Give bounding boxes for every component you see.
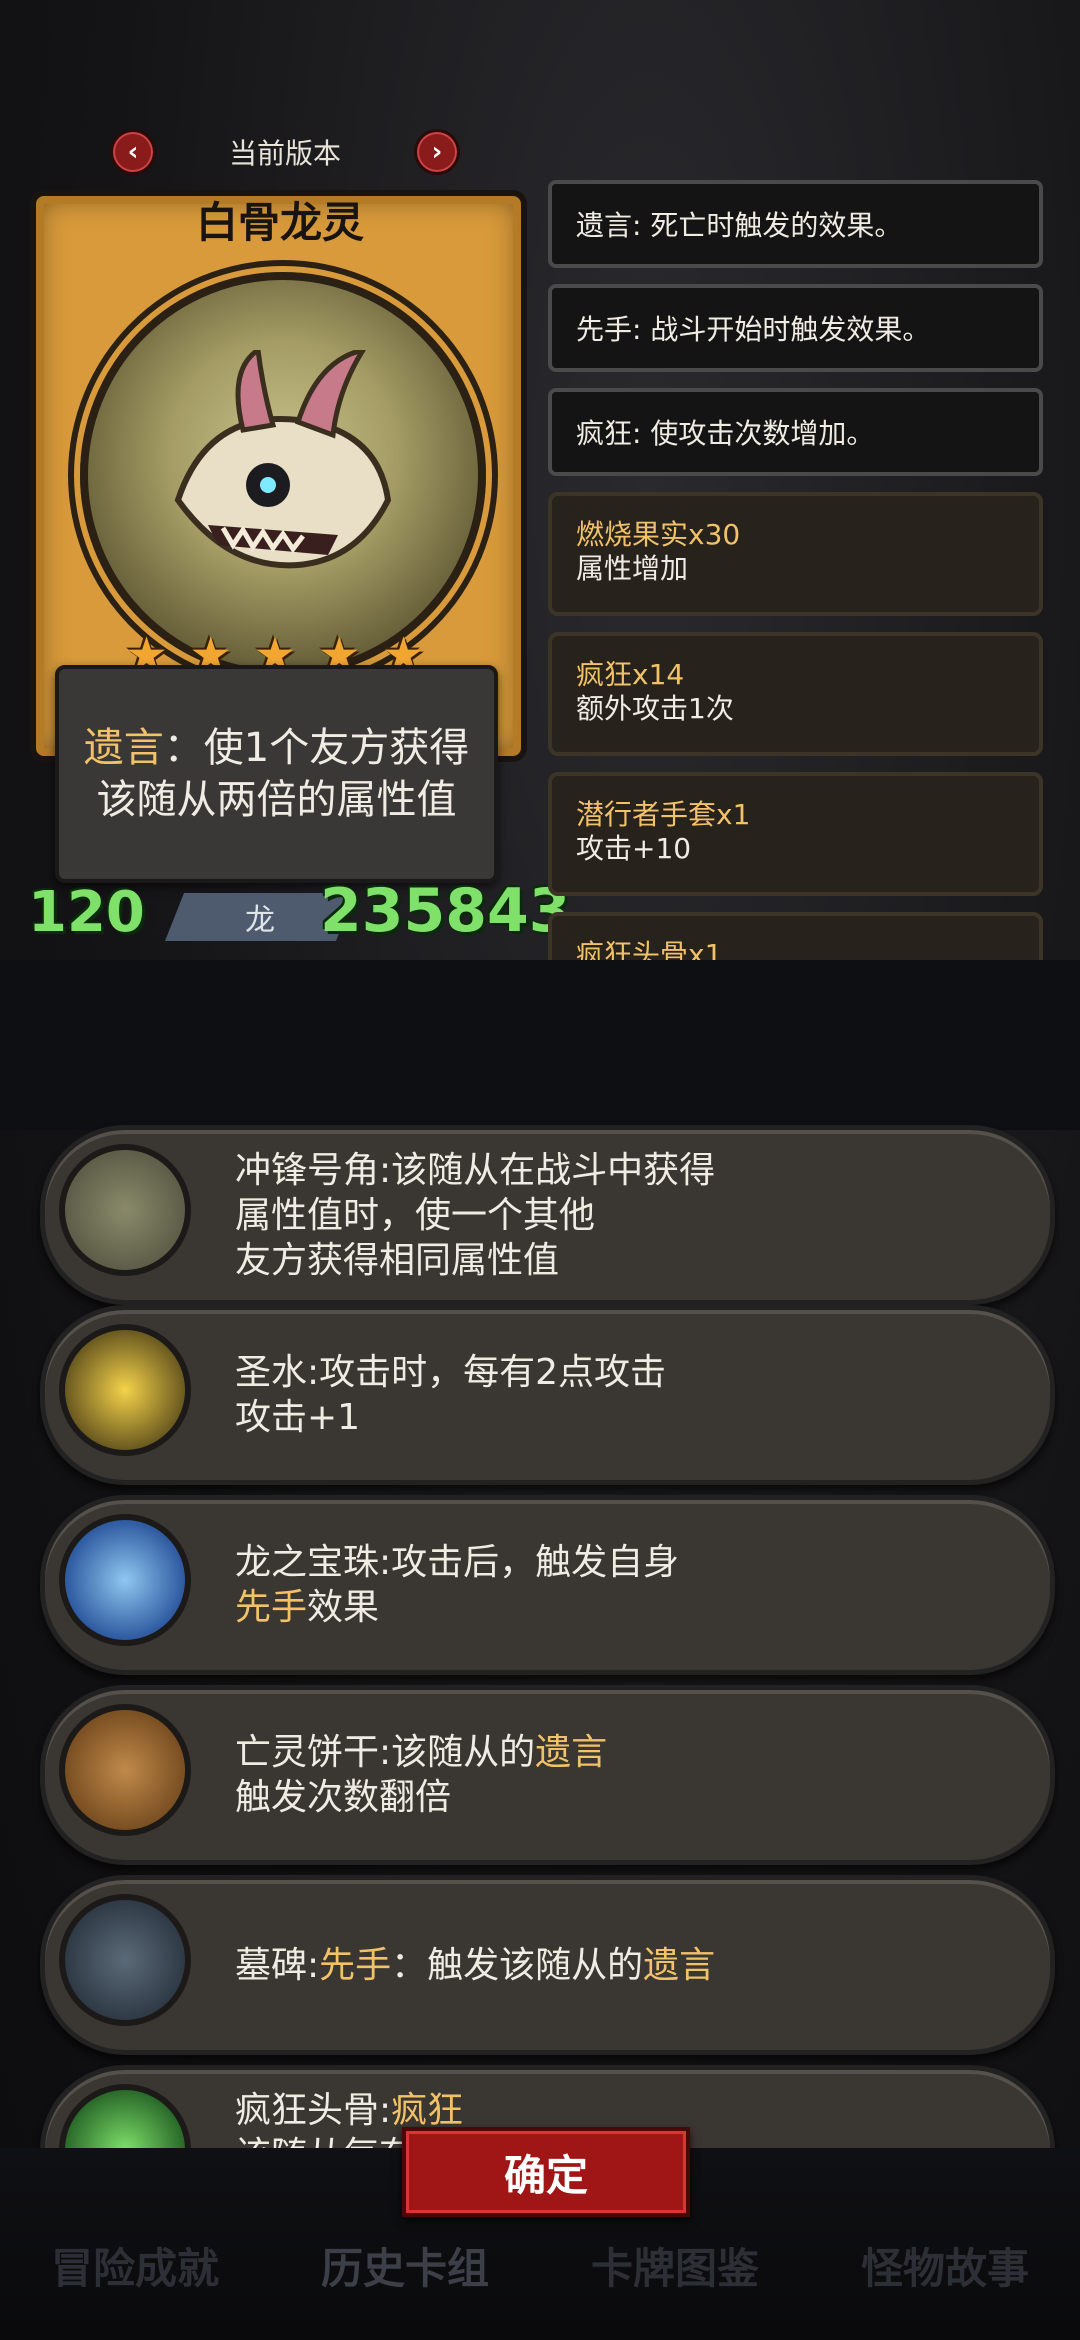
chevron-right-icon: › — [431, 137, 443, 167]
next-version-button[interactable]: › — [413, 129, 460, 175]
keyword-deathrattle: 遗言 — [83, 725, 164, 771]
keyword-first-strike: 先手 — [235, 1587, 308, 1628]
relic-line: 圣水:攻击时，每有2点攻击 — [235, 1352, 667, 1393]
keyword-first-strike: 先手 — [319, 1944, 392, 1986]
relic-item: 龙之宝珠:攻击后，触发自身 先手效果 — [40, 1495, 1055, 1675]
card-effect-text: 遗言：使1个友方获得 该随从两倍的属性值 — [55, 665, 498, 883]
bone-dragon-icon — [174, 350, 392, 569]
relic-text: 龙之宝珠:攻击后，触发自身 先手效果 — [235, 1500, 1010, 1670]
attack-value: 120 — [28, 880, 145, 945]
version-selector: ‹ 当前版本 › — [110, 128, 460, 176]
relic-text: 亡灵饼干:该随从的遗言 触发次数翻倍 — [235, 1690, 1010, 1860]
relic-line-part: 墓碑: — [235, 1944, 320, 1986]
tab-history-decks[interactable]: 历史卡组 — [321, 2235, 489, 2296]
relic-item: 冲锋号角:该随从在战斗中获得 属性值时，使一个其他 友方获得相同属性值 — [40, 1125, 1055, 1305]
relic-item: 亡灵饼干:该随从的遗言 触发次数翻倍 — [40, 1685, 1055, 1865]
holy-water-icon — [59, 1324, 191, 1456]
effect-line-1-rest: ：使1个友方获得 — [163, 725, 470, 771]
relic-line-part: ：触发该随从的 — [391, 1944, 644, 1986]
relic-item: 圣水:攻击时，每有2点攻击 攻击+1 — [40, 1305, 1055, 1485]
equipment-desc: 攻击+10 — [576, 832, 692, 865]
tab-monster-stories[interactable]: 怪物故事 — [861, 2235, 1029, 2296]
keyword-frenzy: 疯狂 — [391, 2090, 464, 2131]
relic-line: 亡灵饼干:该随从的遗言 — [235, 1730, 1010, 1775]
relic-line-part: 亡灵饼干:该随从的 — [235, 1732, 536, 1773]
section-divider — [0, 960, 1080, 1130]
relic-line: 先手效果 — [235, 1585, 1010, 1630]
effect-line-1: 遗言：使1个友方获得 — [84, 722, 469, 774]
relic-line: 触发次数翻倍 — [235, 1777, 452, 1818]
equipment-name: 潜行者手套x1 — [576, 798, 751, 831]
equipment-name: 燃烧果实x30 — [576, 518, 741, 551]
card-name: 白骨龙灵 — [195, 198, 364, 247]
equipment-item: 燃烧果实x30 属性增加 — [548, 492, 1043, 616]
equipment-desc: 额外攻击1次 — [576, 692, 734, 725]
equipment-item: 潜行者手套x1 攻击+10 — [548, 772, 1043, 896]
tab-card-gallery[interactable]: 卡牌图鉴 — [591, 2235, 759, 2296]
keyword-deathrattle: 遗言 — [643, 1944, 716, 1986]
equipment-item: 疯狂头骨x1 — [548, 912, 1043, 960]
tab-achievements[interactable]: 冒险成就 — [51, 2235, 219, 2296]
tombstone-icon — [59, 1894, 191, 2026]
keyword-equipment-list[interactable]: 遗言: 死亡时触发的效果。 先手: 战斗开始时触发效果。 疯狂: 使攻击次数增加… — [548, 180, 1053, 960]
equipment-name: 疯狂x14 — [576, 658, 685, 691]
relic-line: 冲锋号角:该随从在战斗中获得 — [235, 1149, 716, 1191]
prev-version-button[interactable]: ‹ — [110, 129, 156, 175]
card-portrait — [80, 272, 486, 678]
relic-line: 攻击+1 — [235, 1397, 361, 1438]
horn-icon — [59, 1144, 191, 1276]
undead-biscuit-icon — [59, 1704, 191, 1836]
keyword-deathrattle: 遗言 — [535, 1732, 608, 1773]
health-value: 235843 — [320, 876, 571, 946]
bottom-tabs: 冒险成就 历史卡组 卡牌图鉴 怪物故事 — [0, 2230, 1080, 2300]
dragon-orb-icon — [59, 1514, 191, 1646]
equipment-name: 疯狂头骨x1 — [576, 938, 723, 960]
keyword-box: 疯狂: 使攻击次数增加。 — [548, 388, 1043, 476]
confirm-button[interactable]: 确定 — [402, 2127, 690, 2217]
relic-line: 墓碑:先手：触发该随从的遗言 — [235, 1943, 1010, 1988]
relic-line: 龙之宝珠:攻击后，触发自身 — [235, 1542, 680, 1583]
version-label: 当前版本 — [228, 137, 341, 170]
relic-item: 墓碑:先手：触发该随从的遗言 — [40, 1875, 1055, 2055]
relic-text: 墓碑:先手：触发该随从的遗言 — [235, 1880, 1010, 2050]
relic-text: 圣水:攻击时，每有2点攻击 攻击+1 — [235, 1310, 1010, 1480]
equipment-item: 疯狂x14 额外攻击1次 — [548, 632, 1043, 756]
relic-line-part: 疯狂头骨: — [235, 2090, 392, 2131]
keyword-box: 先手: 战斗开始时触发效果。 — [548, 284, 1043, 372]
equipment-desc: 属性增加 — [576, 552, 689, 585]
relic-line: 属性值时，使一个其他 — [235, 1194, 596, 1236]
relic-text: 冲锋号角:该随从在战斗中获得 属性值时，使一个其他 友方获得相同属性值 — [235, 1130, 1010, 1300]
relic-line: 友方获得相同属性值 — [235, 1239, 560, 1281]
effect-line-2: 该随从两倍的属性值 — [96, 777, 457, 823]
relic-line-rest: 效果 — [307, 1587, 380, 1628]
keyword-box: 遗言: 死亡时触发的效果。 — [548, 180, 1043, 268]
chevron-left-icon: ‹ — [127, 137, 139, 167]
